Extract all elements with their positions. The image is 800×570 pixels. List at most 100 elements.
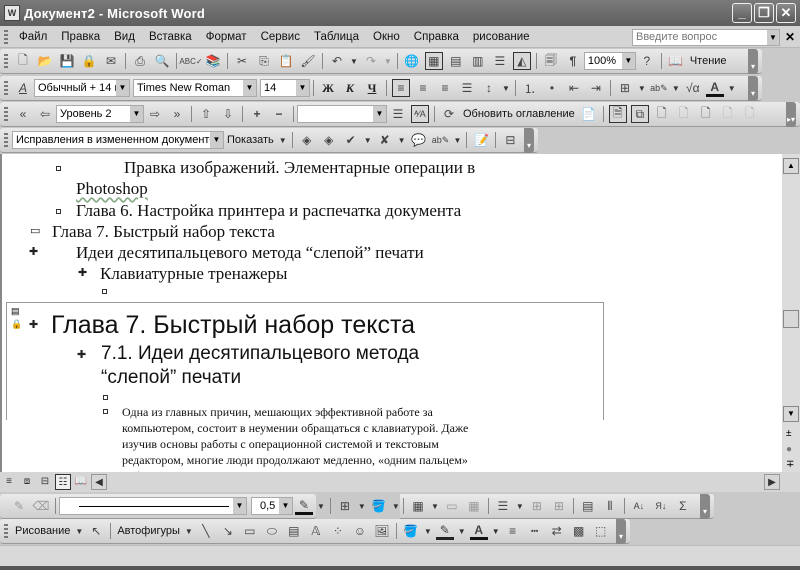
menu-view[interactable]: Вид xyxy=(107,31,142,43)
previous-page-icon[interactable]: ± xyxy=(786,428,792,439)
demote-icon[interactable]: ⇨ xyxy=(146,105,164,123)
web-layout-icon[interactable]: ⧈ xyxy=(19,474,35,490)
remove-subdocument-icon[interactable]: 🗋 xyxy=(675,105,693,123)
show-formatting-icon[interactable]: ¶ xyxy=(564,52,582,70)
line-spacing-icon[interactable]: ↕ xyxy=(480,79,498,97)
insert-excel-icon[interactable]: ▥ xyxy=(469,52,487,70)
borders-icon[interactable]: ⊞ xyxy=(616,79,634,97)
increase-indent-icon[interactable]: ⇥ xyxy=(587,79,605,97)
outline-body-marker[interactable] xyxy=(102,289,107,294)
shading-color-icon[interactable]: 🪣 xyxy=(370,497,388,515)
new-document-icon[interactable]: 🗋 xyxy=(14,52,32,70)
line-style-dropdown-icon[interactable]: ▼ xyxy=(233,498,246,514)
display-for-review-combo[interactable]: Исправления в измененном документе ▼ xyxy=(12,131,224,149)
distribute-columns-icon[interactable]: ⊞ xyxy=(550,497,568,515)
menu-file[interactable]: Файл xyxy=(12,31,54,43)
promote-icon[interactable]: ⇦ xyxy=(36,105,54,123)
line-color-icon[interactable]: ✎ xyxy=(435,522,454,540)
expand-plus-icon[interactable]: ✚ xyxy=(29,245,38,258)
font-size-dropdown-icon[interactable]: ▼ xyxy=(296,80,309,96)
next-change-icon[interactable]: ◈ xyxy=(320,131,338,149)
scroll-up-button[interactable]: ▲ xyxy=(783,158,799,174)
format-painter-icon[interactable]: 🖌 xyxy=(299,52,317,70)
paste-icon[interactable]: 📋 xyxy=(277,52,295,70)
borders-dropdown-icon[interactable]: ▼ xyxy=(638,84,646,93)
copy-icon[interactable]: ⎘ xyxy=(255,52,273,70)
wordart-icon[interactable]: 𝔸 xyxy=(307,522,325,540)
picture-icon[interactable]: 🖼 xyxy=(373,522,391,540)
accept-change-icon[interactable]: ✔ xyxy=(342,131,360,149)
toolbar-options-icon[interactable]: ▾ xyxy=(616,518,626,544)
outline-view-icon[interactable]: ☷ xyxy=(55,474,71,490)
word-app-icon[interactable]: W xyxy=(4,5,20,21)
menu-edit[interactable]: Правка xyxy=(54,31,107,43)
toolbar-options-icon[interactable]: ▾ xyxy=(748,75,758,101)
font-dropdown-icon[interactable]: ▼ xyxy=(243,80,256,96)
highlight-review-icon[interactable]: ab✎ xyxy=(432,131,450,149)
select-browse-object-icon[interactable]: ● xyxy=(786,444,792,455)
outline-level-combo[interactable]: Уровень 2 ▼ xyxy=(56,105,144,123)
reading-view-icon[interactable]: 📖 xyxy=(73,474,89,490)
outside-border-dropdown-icon[interactable]: ▼ xyxy=(358,502,366,511)
autosum-icon[interactable]: Σ xyxy=(674,497,692,515)
border-color-dropdown-icon[interactable]: ▼ xyxy=(317,502,325,511)
outline-body-marker[interactable] xyxy=(103,409,108,414)
print-icon[interactable]: ⎙ xyxy=(131,52,149,70)
go-to-toc-icon[interactable]: 📄 xyxy=(580,105,598,123)
sort-ascending-icon[interactable]: А↓ xyxy=(630,497,648,515)
diagram-icon[interactable]: ⁘ xyxy=(329,522,347,540)
select-objects-icon[interactable]: ↖ xyxy=(87,522,105,540)
eraser-icon[interactable]: ⌫ xyxy=(32,497,50,515)
autoshapes-dropdown-icon[interactable]: ▼ xyxy=(185,527,193,536)
help-dropdown-button[interactable]: ▼ xyxy=(767,30,779,45)
previous-change-icon[interactable]: ◈ xyxy=(298,131,316,149)
minimize-button[interactable]: _ xyxy=(732,3,752,23)
shading-dropdown-icon[interactable]: ▼ xyxy=(392,502,400,511)
table-autoformat-icon[interactable]: ▤ xyxy=(579,497,597,515)
outline-body-marker[interactable] xyxy=(56,209,61,214)
permission-icon[interactable]: 🔒 xyxy=(80,52,98,70)
move-up-icon[interactable]: ⇧ xyxy=(197,105,215,123)
text-direction-icon[interactable]: ⫴ xyxy=(601,497,619,515)
open-icon[interactable]: 📂 xyxy=(36,52,54,70)
cut-icon[interactable]: ✂ xyxy=(233,52,251,70)
draw-table-icon[interactable]: ✎ xyxy=(10,497,28,515)
font-size-combo[interactable]: 14 ▼ xyxy=(260,79,310,97)
close-document-icon[interactable]: ✕ xyxy=(785,30,795,44)
menu-tools[interactable]: Сервис xyxy=(254,31,307,43)
line-weight-combo[interactable]: 0,5 ▼ xyxy=(251,497,293,515)
scroll-left-button[interactable]: ◀ xyxy=(91,474,107,490)
align-cell-dropdown-icon[interactable]: ▼ xyxy=(516,502,524,511)
menu-table[interactable]: Таблица xyxy=(307,31,366,43)
toolbar-grip[interactable] xyxy=(4,54,8,68)
show-markup-button[interactable]: Показать xyxy=(224,134,277,146)
decrease-indent-icon[interactable]: ⇤ xyxy=(565,79,583,97)
outside-border-icon[interactable]: ⊞ xyxy=(336,497,354,515)
outline-body-marker[interactable] xyxy=(56,166,61,171)
toolbar-grip[interactable] xyxy=(4,524,8,538)
drawing-menu-button[interactable]: Рисование xyxy=(12,525,73,537)
line-weight-dropdown-icon[interactable]: ▼ xyxy=(279,498,292,514)
update-toc-button[interactable]: Обновить оглавление xyxy=(460,108,578,120)
menu-help[interactable]: Справка xyxy=(407,31,466,43)
research-icon[interactable]: 📚 xyxy=(204,52,222,70)
vertical-scrollbar[interactable]: ▲ ▼ ± ● ∓ xyxy=(782,154,800,472)
zoom-dropdown-icon[interactable]: ▼ xyxy=(621,53,635,69)
accept-dropdown-icon[interactable]: ▼ xyxy=(364,136,372,145)
insert-table-dropdown-icon[interactable]: ▼ xyxy=(431,502,439,511)
align-cell-icon[interactable]: ☰ xyxy=(494,497,512,515)
update-toc-icon[interactable]: ⟳ xyxy=(440,105,458,123)
toolbar-grip[interactable] xyxy=(4,107,8,121)
collapse-icon[interactable]: − xyxy=(270,105,288,123)
next-page-icon[interactable]: ∓ xyxy=(786,459,794,470)
expand-icon[interactable]: + xyxy=(248,105,266,123)
font-color-draw-icon[interactable]: A xyxy=(469,522,488,540)
print-layout-icon[interactable]: ⊟ xyxy=(37,474,53,490)
autoshapes-menu-button[interactable]: Автофигуры xyxy=(114,525,183,537)
highlight-icon[interactable]: ab✎ xyxy=(650,79,668,97)
highlight-dropdown-icon[interactable]: ▼ xyxy=(672,84,680,93)
expand-plus-icon[interactable]: ✚ xyxy=(77,348,86,361)
line-style-combo[interactable]: ▼ xyxy=(59,497,247,515)
restore-button[interactable]: ❐ xyxy=(754,3,774,23)
help-icon[interactable]: ? xyxy=(638,52,656,70)
